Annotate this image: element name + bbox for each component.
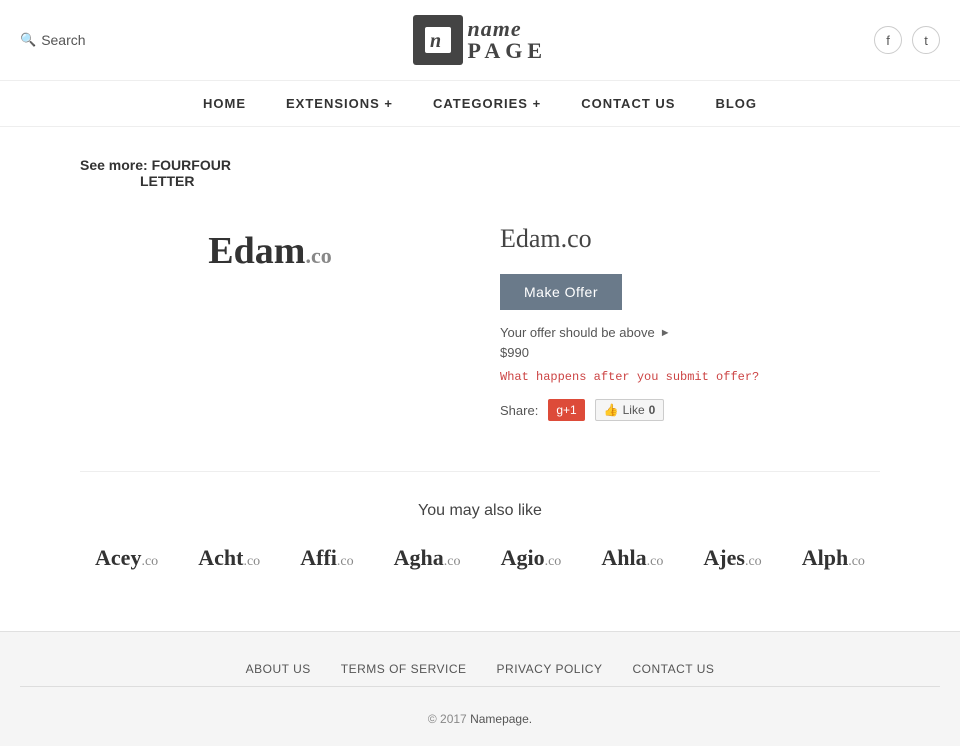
what-happens-link[interactable]: What happens after you submit offer?	[500, 370, 880, 384]
domain-item[interactable]: Alph.co	[802, 545, 865, 571]
share-label: Share:	[500, 403, 538, 418]
copy-year: © 2017	[428, 712, 467, 726]
social-links: f t	[874, 26, 940, 54]
site-logo[interactable]: n name PAGE	[413, 15, 547, 65]
main-nav: HOME EXTENSIONS + CATEGORIES + CONTACT U…	[0, 81, 960, 127]
facebook-like-button[interactable]: 👍 Like 0	[595, 399, 665, 421]
make-offer-button[interactable]: Make Offer	[500, 274, 622, 310]
domain-item-name: Affi	[300, 545, 337, 570]
domain-item-tld: .co	[848, 554, 865, 569]
footer-links: ABOUT US TERMS OF SERVICE PRIVACY POLICY CO…	[20, 652, 940, 687]
domain-tld-large: .co	[305, 243, 331, 268]
offer-info-text: Your offer should be above	[500, 325, 655, 340]
domain-item[interactable]: Ahla.co	[601, 545, 663, 571]
also-like-section: You may also like Acey.coAcht.coAffi.coA…	[80, 471, 880, 571]
thumbsup-icon: 👍	[604, 403, 619, 417]
search-label: Search	[41, 32, 85, 48]
footer-link[interactable]: PRIVACY POLICY	[497, 662, 603, 676]
four-link[interactable]: FOUR	[191, 157, 231, 173]
product-info: Edam.co Make Offer Your offer should be …	[500, 219, 880, 421]
share-row: Share: g+1 👍 Like 0	[500, 399, 880, 421]
nav-item-contact[interactable]: CONTACT US	[581, 96, 675, 111]
domain-item-tld: .co	[745, 554, 762, 569]
domain-grid: Acey.coAcht.coAffi.coAgha.coAgio.coAhla.…	[80, 545, 880, 571]
copy-brand-link[interactable]: Namepage.	[470, 712, 532, 726]
domain-item-tld: .co	[647, 554, 664, 569]
product-section: Edam.co Edam.co Make Offer Your offer sh…	[80, 219, 880, 421]
domain-item-name: Ahla	[601, 545, 646, 570]
nav-item-home[interactable]: HOME	[203, 96, 246, 111]
product-title: Edam.co	[500, 224, 880, 254]
breadcrumb-prefix: See more:	[80, 157, 148, 173]
fb-like-label: Like	[623, 403, 645, 417]
gplus-button[interactable]: g+1	[548, 399, 584, 421]
domain-item-tld: .co	[444, 554, 461, 569]
svg-text:n: n	[430, 30, 441, 52]
twitter-icon[interactable]: t	[912, 26, 940, 54]
nav-item-extensions[interactable]: EXTENSIONS +	[286, 96, 393, 111]
search-icon: 🔍	[20, 32, 36, 48]
product-image: Edam.co	[80, 219, 460, 421]
nav-item-categories[interactable]: CATEGORIES +	[433, 96, 541, 111]
also-like-title: You may also like	[80, 502, 880, 520]
footer: ABOUT US TERMS OF SERVICE PRIVACY POLICY CO…	[0, 631, 960, 746]
domain-item-name: Agio	[501, 545, 545, 570]
breadcrumb-link2[interactable]: LETTER	[140, 173, 880, 189]
offer-arrow-icon: ►	[660, 327, 671, 339]
domain-item-tld: .co	[337, 554, 354, 569]
domain-item-tld: .co	[243, 554, 260, 569]
domain-item[interactable]: Agio.co	[501, 545, 562, 571]
logo-icon: n	[413, 15, 463, 65]
facebook-icon[interactable]: f	[874, 26, 902, 54]
offer-price: $990	[500, 345, 880, 360]
domain-item[interactable]: Agha.co	[394, 545, 461, 571]
footer-link[interactable]: CONTACT US	[632, 662, 714, 676]
domain-logo-large: Edam.co	[208, 229, 331, 273]
main-content: See more: FOURFOUR LETTER Edam.co Edam.c…	[0, 127, 960, 631]
breadcrumb-link1[interactable]: FOUR	[152, 157, 192, 173]
domain-item-name: Acht	[198, 545, 243, 570]
header: 🔍 Search n name PAGE f t	[0, 0, 960, 81]
logo-name: name	[468, 18, 547, 40]
domain-item-tld: .co	[141, 554, 158, 569]
domain-item[interactable]: Ajes.co	[703, 545, 761, 571]
fb-like-count: 0	[649, 403, 656, 417]
domain-item[interactable]: Acht.co	[198, 545, 260, 571]
domain-item[interactable]: Affi.co	[300, 545, 353, 571]
domain-item-tld: .co	[545, 554, 562, 569]
logo-page: PAGE	[468, 40, 547, 62]
domain-item-name: Agha	[394, 545, 444, 570]
domain-item-name: Acey	[95, 545, 141, 570]
logo-text: name PAGE	[463, 18, 547, 62]
nav-item-blog[interactable]: BLOG	[715, 96, 757, 111]
footer-copy: © 2017 Namepage.	[20, 702, 940, 726]
logo-svg: n	[423, 25, 453, 55]
breadcrumb: See more: FOURFOUR LETTER	[80, 157, 880, 189]
domain-item-name: Ajes	[703, 545, 745, 570]
domain-name-large: Edam	[208, 230, 305, 272]
domain-item[interactable]: Acey.co	[95, 545, 158, 571]
domain-item-name: Alph	[802, 545, 848, 570]
footer-link[interactable]: ABOUT US	[246, 662, 311, 676]
offer-info: Your offer should be above ►	[500, 325, 880, 340]
search-button[interactable]: 🔍 Search	[20, 32, 86, 48]
footer-link[interactable]: TERMS OF SERVICE	[341, 662, 467, 676]
